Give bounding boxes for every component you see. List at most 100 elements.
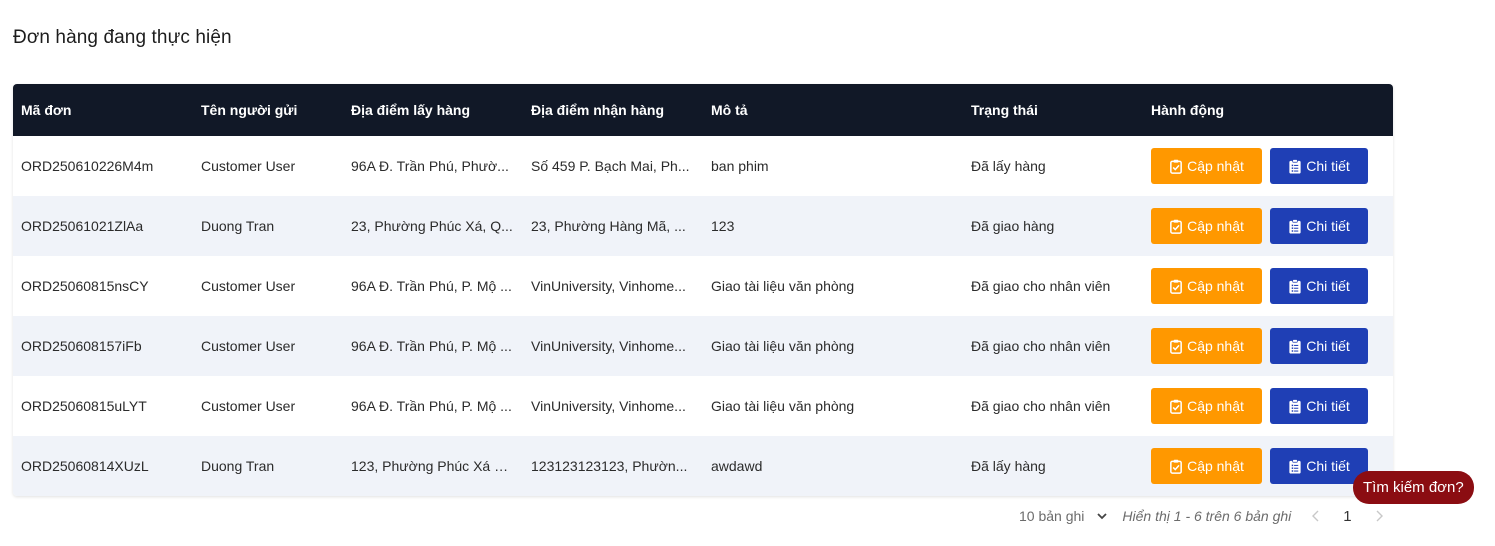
cell-status: Đã giao cho nhân viên bbox=[971, 398, 1111, 414]
cell-sender: Customer User bbox=[201, 158, 296, 174]
page-title: Đơn hàng đang thực hiện bbox=[13, 27, 232, 48]
update-button[interactable]: Cập nhật bbox=[1151, 448, 1262, 484]
cell-status: Đã giao hàng bbox=[971, 218, 1055, 234]
clipboard-list-icon bbox=[1289, 458, 1301, 474]
table-row: ORD25061021ZlAa Duong Tran 23, Phường Ph… bbox=[13, 196, 1393, 256]
cell-code: ORD25060815uLYT bbox=[21, 398, 147, 414]
update-button-label: Cập nhật bbox=[1187, 458, 1244, 474]
cell-sender: Customer User bbox=[201, 278, 296, 294]
detail-button[interactable]: Chi tiết bbox=[1270, 208, 1368, 244]
page-size-select[interactable]: 10 bản ghi bbox=[1019, 508, 1108, 524]
cell-pickup: 96A Đ. Trần Phú, P. Mộ ... bbox=[351, 278, 512, 294]
table-row: ORD25060815uLYT Customer User 96A Đ. Trầ… bbox=[13, 376, 1393, 436]
detail-button-label: Chi tiết bbox=[1306, 338, 1350, 354]
clipboard-check-icon bbox=[1170, 279, 1182, 294]
cell-code: ORD25061021ZlAa bbox=[21, 218, 144, 234]
clipboard-check-icon bbox=[1170, 399, 1182, 414]
header-delivery: Địa điểm nhận hàng bbox=[531, 102, 665, 118]
update-button-label: Cập nhật bbox=[1187, 338, 1244, 354]
clipboard-check-icon bbox=[1170, 339, 1182, 354]
cell-actions: Cập nhật Chi tiết bbox=[1143, 196, 1393, 256]
clipboard-list-icon bbox=[1289, 278, 1301, 294]
cell-sender: Customer User bbox=[201, 398, 296, 414]
detail-button[interactable]: Chi tiết bbox=[1270, 328, 1368, 364]
row-actions: Cập nhật Chi tiết bbox=[1151, 328, 1385, 364]
cell-description: Giao tài liệu văn phòng bbox=[711, 398, 855, 414]
header-pickup: Địa điểm lấy hàng bbox=[351, 102, 471, 118]
cell-sender: Duong Tran bbox=[201, 218, 275, 234]
row-actions: Cập nhật Chi tiết bbox=[1151, 148, 1385, 184]
row-actions: Cập nhật Chi tiết bbox=[1151, 208, 1385, 244]
detail-button-label: Chi tiết bbox=[1306, 218, 1350, 234]
update-button-label: Cập nhật bbox=[1187, 158, 1244, 174]
clipboard-list-icon bbox=[1289, 218, 1301, 234]
table-row: ORD250608157iFb Customer User 96A Đ. Trầ… bbox=[13, 316, 1393, 376]
cell-description: ban phim bbox=[711, 158, 769, 174]
clipboard-list-icon bbox=[1289, 158, 1301, 174]
clipboard-list-icon bbox=[1289, 338, 1301, 354]
clipboard-check-icon bbox=[1170, 159, 1182, 174]
cell-code: ORD25060814XUzL bbox=[21, 458, 149, 474]
update-button-label: Cập nhật bbox=[1187, 278, 1244, 294]
cell-delivery: Số 459 P. Bạch Mai, Ph... bbox=[531, 158, 690, 174]
cell-status: Đã lấy hàng bbox=[971, 158, 1046, 174]
cell-pickup: 23, Phường Phúc Xá, Q... bbox=[351, 218, 513, 234]
header-status: Trạng thái bbox=[971, 102, 1038, 118]
cell-actions: Cập nhật Chi tiết bbox=[1143, 316, 1393, 376]
cell-status: Đã giao cho nhân viên bbox=[971, 338, 1111, 354]
detail-button[interactable]: Chi tiết bbox=[1270, 148, 1368, 184]
cell-code: ORD250610226M4m bbox=[21, 158, 154, 174]
table-row: ORD250610226M4m Customer User 96A Đ. Trầ… bbox=[13, 136, 1393, 196]
update-button[interactable]: Cập nhật bbox=[1151, 388, 1262, 424]
detail-button[interactable]: Chi tiết bbox=[1270, 268, 1368, 304]
cell-code: ORD25060815nsCY bbox=[21, 278, 149, 294]
cell-status: Đã giao cho nhân viên bbox=[971, 278, 1111, 294]
cell-delivery: VinUniversity, Vinhome... bbox=[531, 398, 686, 414]
row-actions: Cập nhật Chi tiết bbox=[1151, 268, 1385, 304]
chevron-down-icon bbox=[1097, 513, 1108, 520]
page-number-current[interactable]: 1 bbox=[1343, 508, 1351, 525]
header-actions: Hành động bbox=[1151, 102, 1225, 118]
chevron-left-icon[interactable] bbox=[1311, 510, 1321, 522]
cell-pickup: 96A Đ. Trần Phú, Phườ... bbox=[351, 158, 509, 174]
row-actions: Cập nhật Chi tiết bbox=[1151, 388, 1385, 424]
pagination: 10 bản ghi Hiển thị 1 - 6 trên 6 bản ghi… bbox=[1019, 505, 1384, 527]
header-sender: Tên người gửi bbox=[201, 102, 298, 118]
table-body: ORD250610226M4m Customer User 96A Đ. Trầ… bbox=[13, 136, 1393, 496]
update-button[interactable]: Cập nhật bbox=[1151, 328, 1262, 364]
clipboard-check-icon bbox=[1170, 219, 1182, 234]
row-actions: Cập nhật Chi tiết bbox=[1151, 448, 1385, 484]
detail-button-label: Chi tiết bbox=[1306, 278, 1350, 294]
header-description: Mô tả bbox=[711, 102, 748, 118]
cell-status: Đã lấy hàng bbox=[971, 458, 1046, 474]
table-header-row: Mã đơn Tên người gửi Địa điểm lấy hàng Đ… bbox=[13, 84, 1393, 136]
table-row: ORD25060814XUzL Duong Tran 123, Phường P… bbox=[13, 436, 1393, 496]
cell-actions: Cập nhật Chi tiết bbox=[1143, 376, 1393, 436]
cell-delivery: VinUniversity, Vinhome... bbox=[531, 338, 686, 354]
cell-delivery: 23, Phường Hàng Mã, ... bbox=[531, 218, 686, 234]
chevron-right-icon[interactable] bbox=[1374, 510, 1384, 522]
detail-button[interactable]: Chi tiết bbox=[1270, 448, 1368, 484]
detail-button[interactable]: Chi tiết bbox=[1270, 388, 1368, 424]
page-size-label: 10 bản ghi bbox=[1019, 508, 1085, 524]
cell-pickup: 96A Đ. Trần Phú, P. Mộ ... bbox=[351, 338, 512, 354]
cell-delivery: VinUniversity, Vinhome... bbox=[531, 278, 686, 294]
detail-button-label: Chi tiết bbox=[1306, 398, 1350, 414]
cell-pickup: 96A Đ. Trần Phú, P. Mộ ... bbox=[351, 398, 512, 414]
cell-description: awdawd bbox=[711, 458, 763, 474]
detail-button-label: Chi tiết bbox=[1306, 158, 1350, 174]
cell-sender: Customer User bbox=[201, 338, 296, 354]
cell-delivery: 123123123123, Phườn... bbox=[531, 458, 688, 474]
cell-sender: Duong Tran bbox=[201, 458, 275, 474]
table-row: ORD25060815nsCY Customer User 96A Đ. Trầ… bbox=[13, 256, 1393, 316]
cell-pickup: 123, Phường Phúc Xá Q... bbox=[351, 458, 517, 474]
search-order-button[interactable]: Tìm kiếm đơn? bbox=[1353, 471, 1474, 504]
clipboard-list-icon bbox=[1289, 398, 1301, 414]
update-button[interactable]: Cập nhật bbox=[1151, 148, 1262, 184]
detail-button-label: Chi tiết bbox=[1306, 458, 1350, 474]
header-code: Mã đơn bbox=[21, 102, 72, 118]
update-button[interactable]: Cập nhật bbox=[1151, 208, 1262, 244]
cell-code: ORD250608157iFb bbox=[21, 338, 142, 354]
update-button[interactable]: Cập nhật bbox=[1151, 268, 1262, 304]
orders-table: Mã đơn Tên người gửi Địa điểm lấy hàng Đ… bbox=[13, 84, 1393, 496]
